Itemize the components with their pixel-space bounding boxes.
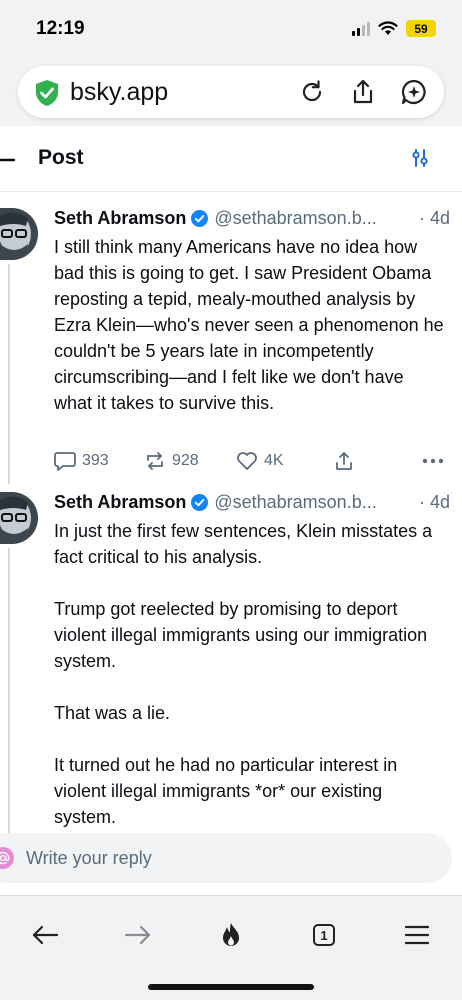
verified-badge-icon <box>191 494 209 511</box>
post-text: I still think many Americans have no ide… <box>54 237 444 413</box>
battery-indicator: 59 <box>406 20 436 37</box>
repost-icon <box>147 452 163 470</box>
tabs-button[interactable]: 1 <box>309 920 339 950</box>
post-header: Seth Abramson @sethabramson.b... · 4d <box>54 208 450 229</box>
hamburger-menu-icon <box>404 925 430 945</box>
heart-icon <box>237 452 257 470</box>
thread-line <box>8 264 10 484</box>
forward-arrow-icon <box>124 925 151 945</box>
post-header: Seth Abramson @sethabramson.b... · 4d <box>54 492 450 513</box>
repost-button[interactable]: 928 <box>144 451 236 471</box>
more-options-button[interactable] <box>422 458 444 464</box>
url-text[interactable]: bsky.app <box>70 78 168 107</box>
tabs-count: 1 <box>320 927 328 943</box>
comment-icon <box>54 452 76 471</box>
home-indicator <box>148 984 314 990</box>
post-text: In just the first few sentences, Klein m… <box>54 521 433 827</box>
thread-line <box>8 548 10 838</box>
status-time: 12:19 <box>36 18 85 39</box>
author-name[interactable]: Seth Abramson <box>54 208 186 229</box>
like-count: 4K <box>264 452 284 469</box>
share-post-button[interactable] <box>334 451 408 471</box>
wifi-icon <box>378 21 398 35</box>
browser-toolbar: 1 <box>0 895 462 1000</box>
fire-button[interactable] <box>216 920 246 950</box>
browser-address-area: bsky.app <box>0 58 462 126</box>
author-name[interactable]: Seth Abramson <box>54 492 186 513</box>
post-timestamp[interactable]: · 4d <box>419 492 450 513</box>
page-header: Post <box>0 126 462 192</box>
at-sign-icon <box>0 851 10 865</box>
back-arrow-icon[interactable] <box>0 158 16 162</box>
back-button[interactable] <box>30 920 60 950</box>
post-timestamp[interactable]: · 4d <box>419 208 450 229</box>
signal-icon <box>352 21 370 36</box>
menu-button[interactable] <box>402 920 432 950</box>
status-icons: 59 <box>352 20 436 37</box>
post-item[interactable]: Seth Abramson @sethabramson.b... · 4d In… <box>0 492 462 838</box>
back-arrow-icon <box>32 925 59 945</box>
user-avatar <box>0 847 14 869</box>
more-dots-icon <box>422 458 444 464</box>
page-title: Post <box>38 146 84 169</box>
share-icon[interactable] <box>349 78 377 106</box>
status-bar: 12:19 59 <box>0 0 462 58</box>
ai-chat-icon[interactable] <box>400 78 428 106</box>
post-actions: 393 928 4K <box>54 448 444 474</box>
reload-icon[interactable] <box>298 78 326 106</box>
sliders-icon[interactable] <box>410 148 430 168</box>
forward-button[interactable] <box>123 920 153 950</box>
reply-placeholder[interactable]: Write your reply <box>26 848 152 869</box>
repost-count: 928 <box>172 452 199 469</box>
address-bar[interactable]: bsky.app <box>18 66 444 118</box>
verified-badge-icon <box>191 210 209 227</box>
like-button[interactable]: 4K <box>236 451 334 471</box>
reply-count: 393 <box>82 452 109 469</box>
author-handle[interactable]: @sethabramson.b... <box>214 208 376 229</box>
author-handle[interactable]: @sethabramson.b... <box>214 492 376 513</box>
flame-icon <box>223 923 239 946</box>
post-item[interactable]: Seth Abramson @sethabramson.b... · 4d I … <box>0 208 462 484</box>
reply-input[interactable]: Write your reply <box>0 833 452 883</box>
reply-button[interactable]: 393 <box>54 451 144 471</box>
share-icon <box>336 452 352 470</box>
author-avatar[interactable] <box>0 208 38 260</box>
shield-check-icon[interactable] <box>34 79 60 107</box>
author-avatar[interactable] <box>0 492 38 544</box>
